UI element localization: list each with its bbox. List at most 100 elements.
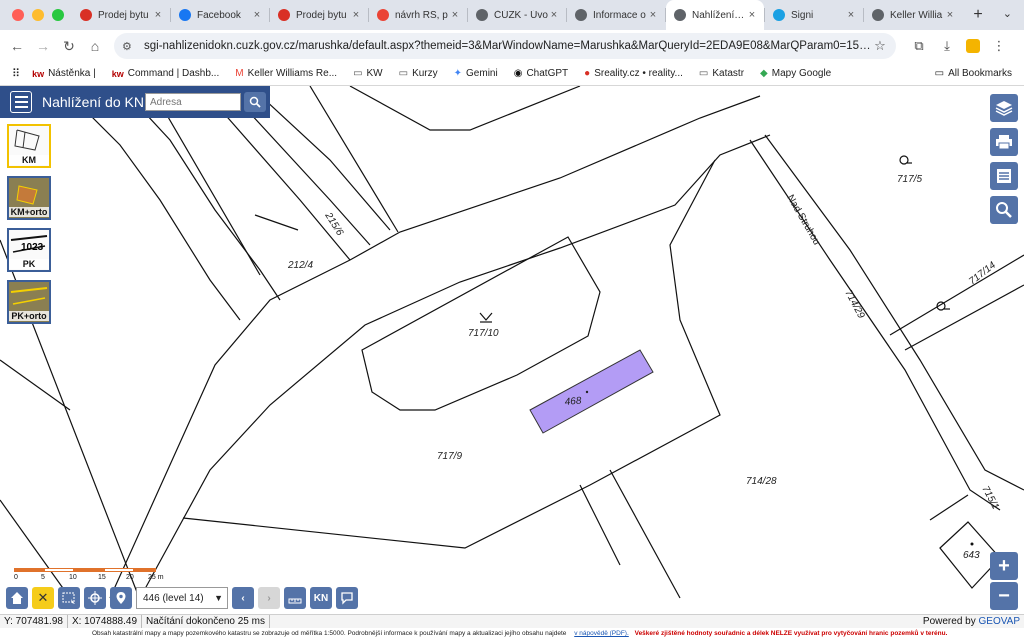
measure-button[interactable]	[284, 587, 306, 609]
downloads-icon[interactable]: ⤓	[938, 38, 956, 54]
browser-tab[interactable]: Nahlížení do ×	[666, 0, 764, 30]
browser-tab[interactable]: Prodej bytu ×	[270, 0, 368, 30]
close-tab-icon[interactable]: ×	[350, 9, 362, 21]
browser-tab[interactable]: Prodej bytu ×	[72, 0, 170, 30]
bookmark-label: Keller Williams Re...	[247, 68, 338, 79]
apps-grid-icon[interactable]: ⠿	[12, 67, 20, 80]
find-button[interactable]	[990, 196, 1018, 224]
extensions-icon[interactable]: ⧉	[910, 38, 928, 54]
gemini-icon: ✦	[453, 68, 463, 79]
bookmark-item[interactable]: ● Sreality.cz • reality...	[584, 68, 683, 79]
scale-tick: 0	[14, 574, 18, 581]
layer-pk-button[interactable]: 1023 PK	[7, 228, 51, 272]
cadastral-map[interactable]: 717/10 717/9 714/28 717/5 212/4 643 468 …	[0, 86, 1024, 614]
marker-button[interactable]	[110, 587, 132, 609]
chatgpt-icon: ◉	[513, 68, 523, 79]
clear-selection-button[interactable]: ✕	[32, 587, 54, 609]
tab-label: ČÚZK - Úvo	[494, 9, 548, 21]
map-thumbnail-icon	[14, 129, 40, 151]
minimize-window-button[interactable]	[32, 9, 44, 21]
bookmark-item[interactable]: ▭ Kurzy	[399, 68, 438, 79]
zoom-out-button[interactable]: −	[990, 582, 1018, 610]
print-button[interactable]	[990, 128, 1018, 156]
zoom-in-button[interactable]: +	[990, 552, 1018, 580]
scale-bar: 0 5 10 15 20 25 m	[14, 568, 164, 582]
comment-button[interactable]	[336, 587, 358, 609]
site-info-icon[interactable]: ⚙	[122, 40, 138, 53]
bookmark-item[interactable]: ✦ Gemini	[454, 68, 498, 79]
tab-search-icon[interactable]: ⌄	[1003, 7, 1012, 20]
tab-list: Prodej bytu × Facebook × Prodej bytu × návrh R…	[72, 0, 962, 30]
tab-label: Keller Willia	[890, 9, 943, 21]
bookmark-item[interactable]: M Keller Williams Re...	[235, 68, 337, 79]
next-view-button[interactable]: ›	[258, 587, 280, 609]
browser-tab[interactable]: Keller Willia ×	[864, 0, 962, 30]
new-tab-button[interactable]: +	[966, 6, 990, 24]
browser-tab[interactable]: Informace o ×	[567, 0, 665, 30]
help-pdf-link[interactable]: v nápovědě (PDF).	[574, 630, 629, 637]
bookmark-label: Gemini	[466, 68, 498, 79]
tab-label: Facebook	[197, 9, 241, 21]
legend-button[interactable]	[990, 162, 1018, 190]
locate-button[interactable]	[84, 587, 106, 609]
bookmark-label: Mapy Google	[771, 68, 832, 79]
layer-km-button[interactable]: KM	[7, 124, 51, 168]
address-search-input[interactable]	[145, 93, 241, 111]
browser-tab[interactable]: návrh RS, p ×	[369, 0, 467, 30]
previous-view-button[interactable]: ‹	[232, 587, 254, 609]
address-bar[interactable]: ⚙ sgi-nahlizenidokn.cuzk.gov.cz/marushka…	[114, 33, 896, 59]
bottom-toolbar: ✕ 446 (level 14) ▼ ‹ › KN	[6, 586, 358, 610]
geovap-link[interactable]: GEOVAP	[979, 616, 1021, 627]
extension-icon[interactable]	[966, 39, 980, 53]
close-tab-icon[interactable]: ×	[647, 9, 659, 21]
ortho-thumbnail-icon	[9, 178, 49, 210]
close-tab-icon[interactable]: ×	[845, 9, 857, 21]
search-button[interactable]	[244, 92, 266, 112]
close-window-button[interactable]	[12, 9, 24, 21]
legend-icon	[997, 169, 1011, 183]
parcel-label: 717/10	[468, 328, 499, 339]
layer-pk-orto-button[interactable]: PK+orto	[7, 280, 51, 324]
browser-tab[interactable]: ČÚZK - Úvo ×	[468, 0, 566, 30]
close-tab-icon[interactable]: ×	[251, 9, 263, 21]
bookmark-item[interactable]: ▭ KW	[353, 68, 383, 79]
close-tab-icon[interactable]: ×	[944, 9, 956, 21]
close-tab-icon[interactable]: ×	[746, 9, 758, 21]
select-area-button[interactable]	[58, 587, 80, 609]
zoom-level-select[interactable]: 446 (level 14) ▼	[136, 587, 228, 609]
close-tab-icon[interactable]: ×	[449, 9, 461, 21]
close-tab-icon[interactable]: ×	[152, 9, 164, 21]
layers-button[interactable]	[990, 94, 1018, 122]
toolbar-actions: ⧉ ⤓ ⋮	[910, 38, 1008, 54]
maximize-window-button[interactable]	[52, 9, 64, 21]
crosshair-icon	[88, 591, 102, 605]
reload-button[interactable]: ↻	[56, 38, 82, 55]
home-button[interactable]: ⌂	[82, 38, 108, 54]
x-coordinate: X: 1074888.49	[68, 614, 143, 629]
back-button[interactable]: ←	[4, 38, 30, 54]
zoom-controls: + −	[990, 552, 1018, 612]
globe-icon	[872, 9, 884, 21]
browser-tab[interactable]: Signi ×	[765, 0, 863, 30]
forward-button[interactable]: →	[30, 38, 56, 54]
map-canvas[interactable]: 717/10 717/9 714/28 717/5 212/4 643 468 …	[0, 86, 1024, 614]
parcel-label: 215/6	[322, 210, 345, 238]
all-bookmarks-button[interactable]: ▭ All Bookmarks	[935, 68, 1012, 79]
hamburger-menu-button[interactable]	[10, 91, 32, 113]
browser-tab[interactable]: Facebook ×	[171, 0, 269, 30]
close-tab-icon[interactable]: ×	[548, 9, 560, 21]
layer-km-orto-button[interactable]: KM+orto	[7, 176, 51, 220]
kn-info-button[interactable]: KN	[310, 587, 332, 609]
bookmark-item[interactable]: kw Nástěnka |	[32, 68, 96, 79]
bookmark-item[interactable]: ◆ Mapy Google	[760, 68, 831, 79]
disclaimer: Obsah katastrální mapy a mapy pozemkovéh…	[0, 628, 1024, 640]
home-view-button[interactable]	[6, 587, 28, 609]
more-menu-icon[interactable]: ⋮	[990, 38, 1008, 54]
bookmark-item[interactable]: ▭ Katastr	[699, 68, 744, 79]
bookmark-item[interactable]: ◉ ChatGPT	[514, 68, 568, 79]
bookmark-label: Nástěnka |	[48, 68, 96, 79]
bookmark-star-icon[interactable]: ☆	[872, 38, 888, 54]
tab-label: Prodej bytu	[296, 9, 347, 21]
building-468[interactable]	[529, 349, 654, 434]
bookmark-item[interactable]: kw Command | Dashb...	[112, 68, 220, 79]
